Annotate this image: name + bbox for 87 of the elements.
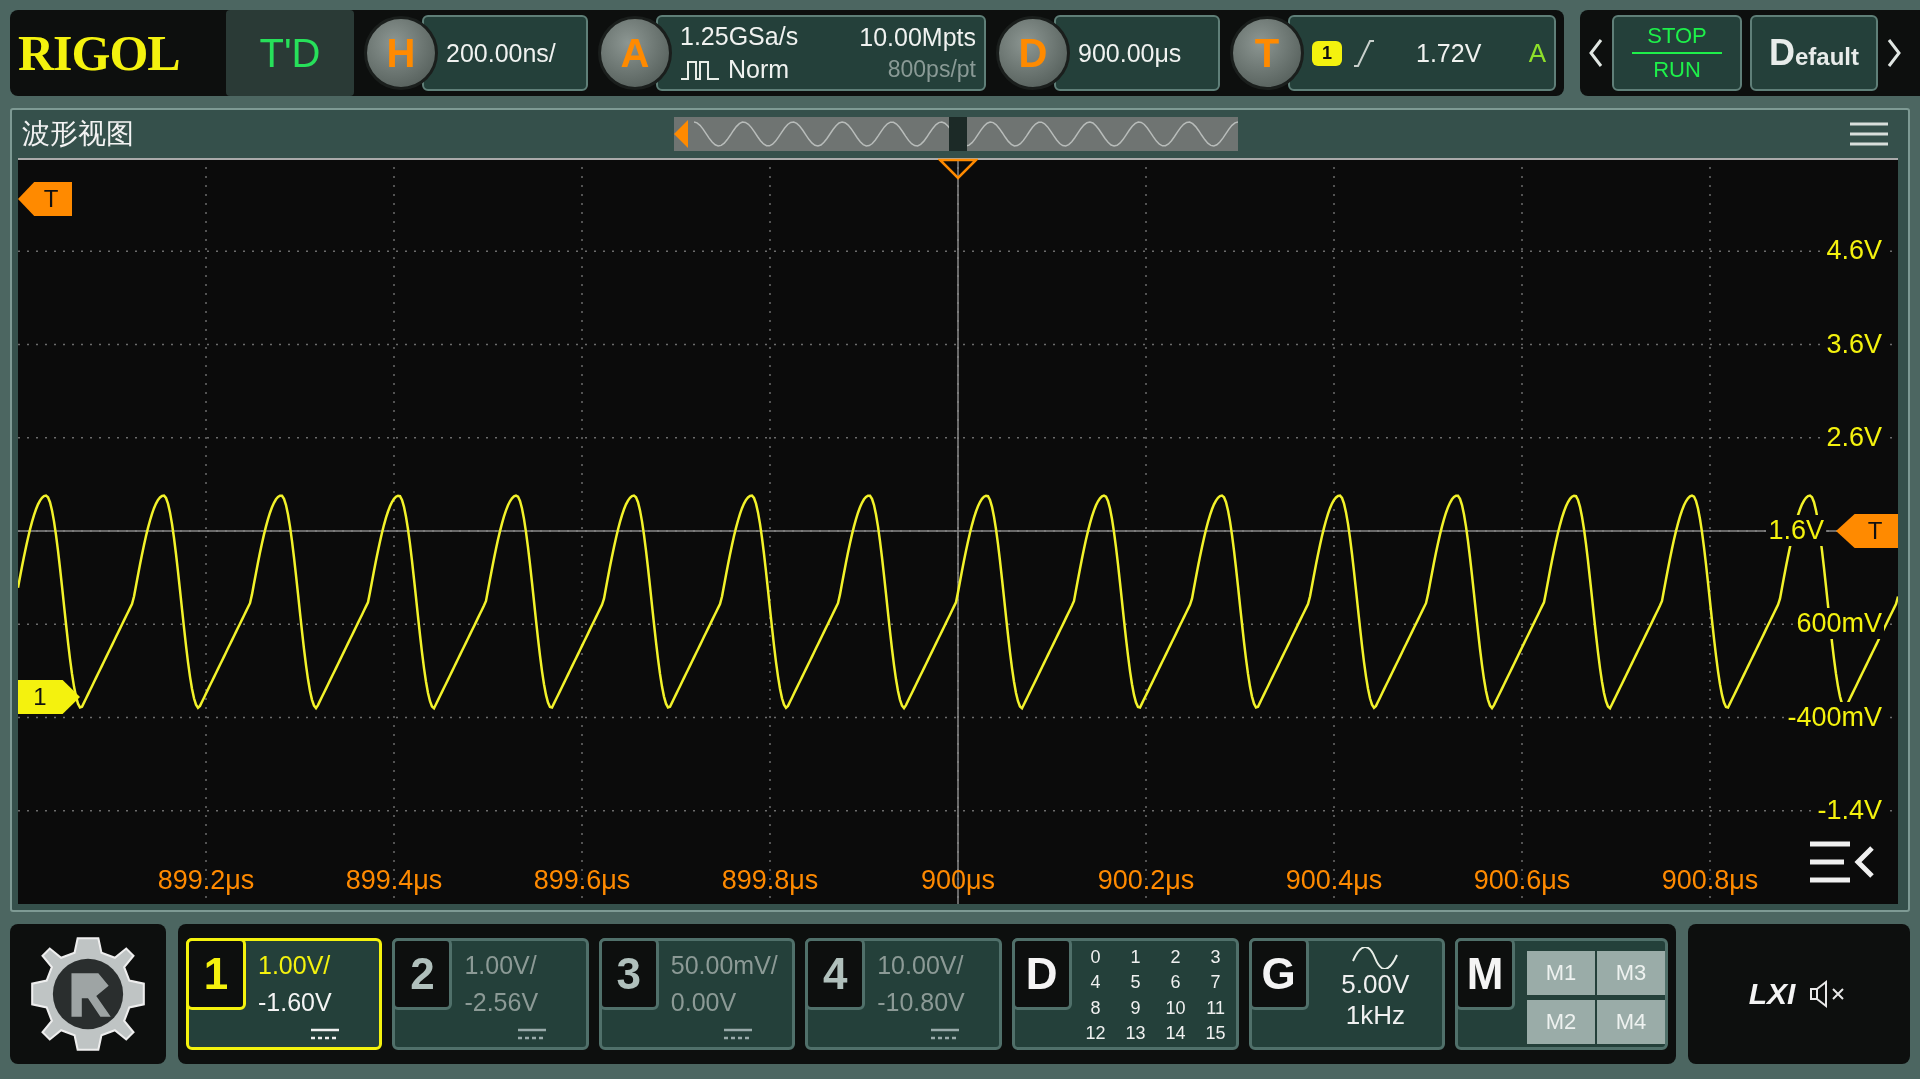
channel-number: 3 [598,938,659,1010]
trigger-position-marker[interactable]: T [18,182,72,216]
digital-card[interactable]: D 0 1 2 3 4 5 6 7 8 9 10 11 12 13 14 15 [1011,938,1239,1050]
digital-bit: 1 [1129,947,1142,969]
digital-bit: 0 [1089,947,1102,969]
generator-frequency: 1kHz [1345,1000,1405,1031]
math-key: M [1455,938,1516,1010]
delay-panel[interactable]: 900.00μs [1054,15,1220,91]
resolution: 800ps/pt [887,56,976,83]
channel-card[interactable]: 3 50.00mV/ 0.00V [598,938,796,1050]
channel-number: 1 [186,938,246,1010]
digital-bit: 14 [1164,1022,1187,1045]
dc-coupling-icon [930,1027,959,1041]
generator-key: G [1248,938,1309,1010]
digital-bit: 2 [1169,947,1182,969]
memory-depth: 10.00Mpts [859,23,976,52]
sine-wave-icon [1351,947,1400,969]
rising-edge-icon [1352,38,1376,68]
run-stop-button[interactable]: STOP RUN [1612,15,1742,91]
channel-number: 4 [805,938,866,1010]
left-triangle-icon [674,120,688,148]
time-label: 899.6μs [532,865,632,896]
time-label: 899.2μs [156,865,256,896]
channel-offset: -1.60V [258,988,332,1017]
pulse-icon [680,58,720,81]
time-label: 900μs [919,865,997,896]
sample-rate: 1.25GSa/s [680,22,799,51]
channel-scale: 1.00V/ [464,951,538,980]
voltage-label: 600mV [1794,608,1884,640]
channel-offset: -2.56V [464,988,539,1017]
trigger-sweep: A [1528,37,1546,69]
dc-coupling-icon [517,1027,546,1041]
channel-card[interactable]: 2 1.00V/ -2.56V [392,938,589,1050]
trigger-level-marker[interactable]: T [1836,514,1898,548]
channel-offset: 0.00V [670,988,738,1017]
acquire-mode: Norm [728,55,790,84]
timebase-scale: 200.00ns/ [446,38,556,68]
channel-card[interactable]: 4 10.00V/ -10.80V [805,938,1002,1050]
digital-bit: 6 [1169,972,1182,995]
mode-button[interactable]: T'D [226,10,354,96]
channel-marker[interactable]: 1 [18,680,80,714]
time-label: 900.8μs [1660,865,1760,896]
digital-bit: 10 [1164,997,1187,1020]
chevron-right-icon[interactable] [1886,38,1902,68]
chevron-left-icon[interactable] [1588,38,1604,68]
channel-scale: 50.00mV/ [670,951,778,980]
digital-bit: 8 [1089,997,1102,1020]
digital-bit: 9 [1129,997,1142,1020]
acquire-panel[interactable]: 1.25GSa/s Norm 10.00Mpts 800ps/pt [656,15,986,91]
channel-number: 2 [392,938,453,1010]
digital-bit: 13 [1124,1022,1147,1045]
time-label: 900.2μs [1096,865,1196,896]
voltage-label: 1.6V [1766,515,1826,546]
time-label: 899.8μs [720,865,820,896]
digital-bit: 3 [1209,947,1222,969]
digital-bit: 4 [1089,972,1102,995]
dc-coupling-icon [724,1027,753,1041]
logo-panel[interactable] [10,924,166,1064]
channel-card[interactable]: 1 1.00V/ -1.60V [186,938,383,1050]
menu-icon[interactable] [1850,122,1888,146]
dc-coupling-icon [311,1027,340,1041]
digital-bit: 12 [1084,1022,1107,1045]
trigger-source: 1 [1312,40,1342,66]
trigger-panel[interactable]: 1 1.72V A [1288,15,1556,91]
view-window-handle[interactable] [949,117,967,151]
trigger-level: 1.72V [1416,38,1482,68]
generator-card[interactable]: G 5.00V 1kHz [1248,938,1446,1050]
generator-amplitude: 5.00V [1341,969,1410,1000]
time-label: 900.6μs [1472,865,1572,896]
collapse-menu-icon[interactable] [1810,840,1876,884]
channel-offset: -10.80V [877,988,965,1017]
time-label: 899.4μs [344,865,444,896]
brand-logo: RIGOL [18,24,181,82]
digital-bit: 15 [1204,1022,1227,1045]
trigger-position-icon[interactable] [938,158,978,180]
time-label: 900.4μs [1284,865,1384,896]
panel-title: 波形视图 [22,116,135,152]
timebase-panel[interactable]: 200.00ns/ [422,15,588,91]
lxi-label: LXI [1748,977,1796,1011]
channel-scale: 1.00V/ [258,951,332,980]
default-button[interactable]: Default [1750,15,1878,91]
digital-bit: 11 [1205,997,1226,1020]
digital-key: D [1011,938,1072,1010]
digital-bit: 7 [1209,972,1222,995]
delay-value: 900.00μs [1078,38,1182,68]
channel-scale: 10.00V/ [877,951,965,980]
digital-bit: 5 [1129,972,1142,995]
